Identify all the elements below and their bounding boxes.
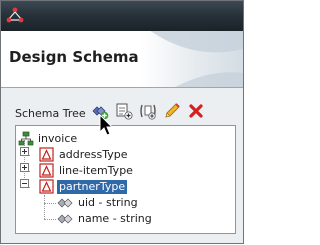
attribute-icon	[57, 198, 73, 208]
delete-button[interactable]	[186, 101, 206, 121]
attribute-icon	[57, 214, 73, 224]
page-title: Design Schema	[9, 48, 139, 66]
expand-icon[interactable]	[20, 147, 29, 156]
tree-item-line-itemtype[interactable]: line-itemType	[16, 163, 235, 179]
expand-icon[interactable]	[20, 163, 29, 172]
app-logo-icon	[6, 7, 24, 23]
tree-item-label: line-itemType	[59, 164, 133, 177]
tree-item-label: addressType	[59, 148, 128, 161]
schema-icon	[18, 131, 34, 146]
type-icon	[39, 147, 54, 162]
red-x-icon	[189, 104, 203, 118]
add-attribute-icon	[116, 103, 133, 120]
design-schema-window: Design Schema Schema Tree invoice addres…	[0, 0, 244, 244]
type-icon	[39, 163, 54, 178]
pencil-icon	[165, 103, 180, 118]
tree-item-label: uid - string	[78, 196, 138, 209]
tree-root-label: invoice	[38, 132, 78, 145]
tree-item-label: partnerType	[57, 180, 128, 194]
add-attribute-button[interactable]	[114, 101, 134, 121]
tree-root-invoice[interactable]: invoice	[16, 131, 235, 147]
schema-tree-label: Schema Tree	[15, 107, 86, 120]
tree-item-addresstype[interactable]: addressType	[16, 147, 235, 163]
tree-item-name[interactable]: name - string	[16, 211, 235, 227]
edit-button[interactable]	[162, 101, 182, 121]
schema-tree[interactable]: invoice addressType line-itemType partne…	[15, 125, 236, 234]
tree-item-label: name - string	[78, 212, 152, 225]
collapse-icon[interactable]	[20, 179, 29, 188]
title-bar[interactable]	[1, 1, 243, 32]
add-reference-button[interactable]	[138, 101, 158, 121]
tree-item-partnertype[interactable]: partnerType	[16, 179, 235, 195]
mouse-cursor-icon	[99, 114, 114, 136]
schema-toolbar: Schema Tree	[1, 98, 243, 126]
type-icon	[39, 179, 54, 194]
add-reference-icon	[140, 104, 156, 120]
header-banner: Design Schema	[1, 31, 243, 88]
tree-item-uid[interactable]: uid - string	[16, 195, 235, 211]
